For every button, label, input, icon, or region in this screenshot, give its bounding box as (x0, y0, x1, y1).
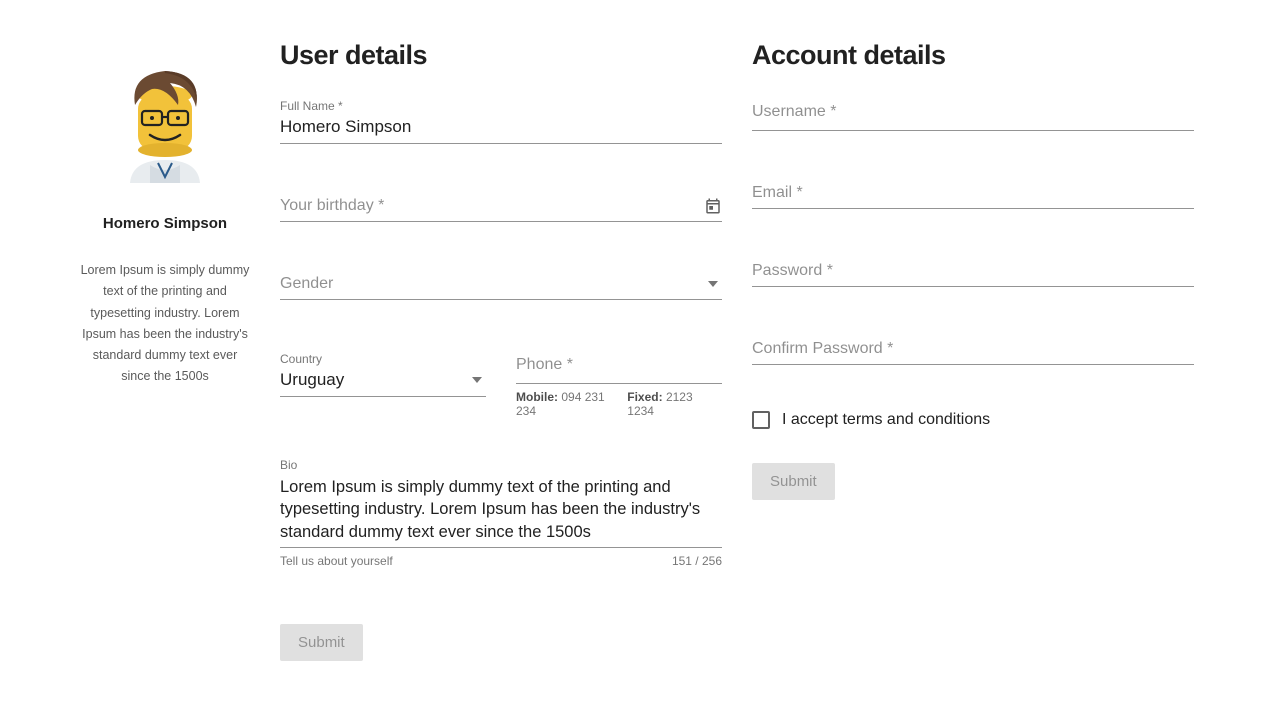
gender-placeholder: Gender (280, 275, 333, 293)
full-name-label: Full Name * (280, 99, 722, 113)
bio-field[interactable]: Bio Lorem Ipsum is simply dummy text of … (280, 458, 722, 568)
email-field[interactable]: Email * (752, 183, 1194, 209)
account-details-section: Account details Username * Email * Passw… (752, 40, 1194, 661)
terms-label: I accept terms and conditions (782, 411, 990, 429)
profile-bio: Lorem Ipsum is simply dummy text of the … (80, 260, 250, 388)
profile-name: Homero Simpson (80, 215, 250, 232)
phone-placeholder: Phone * (516, 356, 573, 374)
phone-field[interactable]: Phone * Mobile: 094 231 234 Fixed: 2123 … (516, 352, 722, 418)
user-details-title: User details (280, 40, 722, 71)
calendar-icon[interactable] (704, 197, 722, 215)
password-placeholder: Password * (752, 262, 833, 280)
bio-counter: 151 / 256 (672, 554, 722, 568)
country-label: Country (280, 352, 486, 366)
bio-hint: Tell us about yourself (280, 554, 393, 568)
bio-label: Bio (280, 458, 722, 472)
account-details-title: Account details (752, 40, 1194, 71)
username-placeholder: Username * (752, 103, 836, 121)
user-details-section: User details Full Name * Homero Simpson … (280, 40, 722, 661)
birthday-field[interactable]: Your birthday * (280, 196, 722, 222)
account-details-submit-button[interactable]: Submit (752, 463, 835, 500)
confirm-password-field[interactable]: Confirm Password * (752, 339, 1194, 365)
chevron-down-icon (704, 275, 722, 293)
terms-checkbox-row[interactable]: I accept terms and conditions (752, 411, 1194, 429)
email-placeholder: Email * (752, 184, 803, 202)
country-value: Uruguay (280, 370, 344, 390)
terms-checkbox[interactable] (752, 411, 770, 429)
profile-sidebar: Homero Simpson Lorem Ipsum is simply dum… (80, 40, 250, 661)
username-field[interactable]: Username * (752, 99, 1194, 131)
full-name-field[interactable]: Full Name * Homero Simpson (280, 99, 722, 144)
birthday-placeholder: Your birthday * (280, 197, 384, 215)
chevron-down-icon (468, 371, 486, 389)
confirm-password-placeholder: Confirm Password * (752, 340, 893, 358)
gender-select[interactable]: Gender (280, 274, 722, 300)
password-field[interactable]: Password * (752, 261, 1194, 287)
user-details-submit-button[interactable]: Submit (280, 624, 363, 661)
country-select[interactable]: Country Uruguay (280, 352, 486, 397)
full-name-value: Homero Simpson (280, 117, 411, 137)
phone-hints: Mobile: 094 231 234 Fixed: 2123 1234 (516, 390, 722, 418)
bio-value: Lorem Ipsum is simply dummy text of the … (280, 476, 722, 547)
avatar (110, 65, 220, 185)
